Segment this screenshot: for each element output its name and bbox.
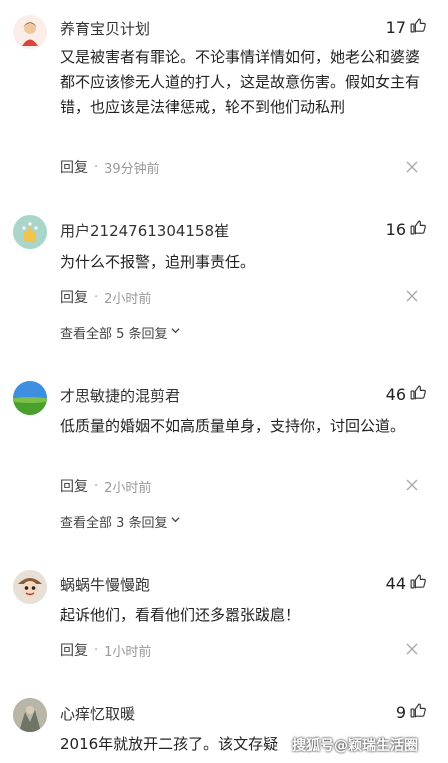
thumbs-up-icon [409,573,426,594]
reply-button[interactable]: 回复 [60,476,88,496]
comment-meta: 回复 · 1小时前 [60,640,151,660]
comment-meta: 回复 · 39分钟前 [60,157,160,177]
watermark: 搜狐号@颖瑞生活圈 [292,738,418,754]
comment-text: 2016年就放开二孩了。该文存疑 [60,735,279,753]
username[interactable]: 用户2124761304158崔 [60,220,229,241]
avatar[interactable] [13,698,47,732]
like-count: 16 [385,220,406,239]
avatar[interactable] [13,570,47,604]
avatar[interactable] [13,15,47,49]
comment-text: 低质量的婚姻不如高质量单身，支持你，讨回公道。 [60,417,406,435]
timestamp: 1小时前 [104,644,152,660]
separator-dot: · [94,478,99,494]
reply-button[interactable]: 回复 [60,640,88,660]
thumbs-up-icon [409,384,426,405]
comment-meta: 回复 · 2小时前 [60,476,151,496]
username[interactable]: 才思敏捷的混剪君 [60,385,180,406]
like-count: 17 [385,18,406,37]
separator-dot: · [94,159,99,175]
view-all-replies-button[interactable]: 查看全部 5 条回复 [60,323,181,342]
like-count: 46 [385,385,406,404]
separator-dot: · [94,642,99,658]
like-button[interactable]: 9 [396,702,426,723]
like-count: 9 [395,703,406,722]
comment-text: 起诉他们，看看他们还多嚣张跋扈！ [60,606,301,624]
comment-meta: 回复 · 2小时前 [60,287,151,307]
view-all-replies-button[interactable]: 查看全部 3 条回复 [60,512,181,531]
like-count: 44 [385,574,406,593]
comment-text: 为什么不报警，追刑事责任。 [60,253,256,271]
close-icon[interactable] [406,161,418,173]
like-button[interactable]: 46 [386,384,426,405]
view-all-replies-label: 查看全部 3 条回复 [60,516,168,531]
close-icon[interactable] [406,643,418,655]
like-button[interactable]: 17 [386,17,426,38]
view-all-replies-label: 查看全部 5 条回复 [60,327,168,342]
like-button[interactable]: 44 [386,573,426,594]
chevron-down-icon [170,325,181,340]
timestamp: 39分钟前 [104,161,160,177]
separator-dot: · [94,289,99,305]
avatar[interactable] [13,215,47,249]
thumbs-up-icon [409,219,426,240]
close-icon[interactable] [406,290,418,302]
timestamp: 2小时前 [104,480,152,496]
like-button[interactable]: 16 [386,219,426,240]
close-icon[interactable] [406,479,418,491]
comment-text: 又是被害者有罪论。不论事情详情如何，她老公和婆婆都不应该惨无人道的打人，这是故意… [60,48,421,116]
username[interactable]: 心痒忆取暖 [60,703,135,724]
username[interactable]: 养育宝贝计划 [60,18,150,39]
username[interactable]: 蜗蜗牛慢慢跑 [60,574,150,595]
chevron-down-icon [170,514,181,529]
avatar[interactable] [13,381,47,415]
reply-button[interactable]: 回复 [60,157,88,177]
timestamp: 2小时前 [104,291,152,307]
thumbs-up-icon [409,17,426,38]
thumbs-up-icon [409,702,426,723]
reply-button[interactable]: 回复 [60,287,88,307]
